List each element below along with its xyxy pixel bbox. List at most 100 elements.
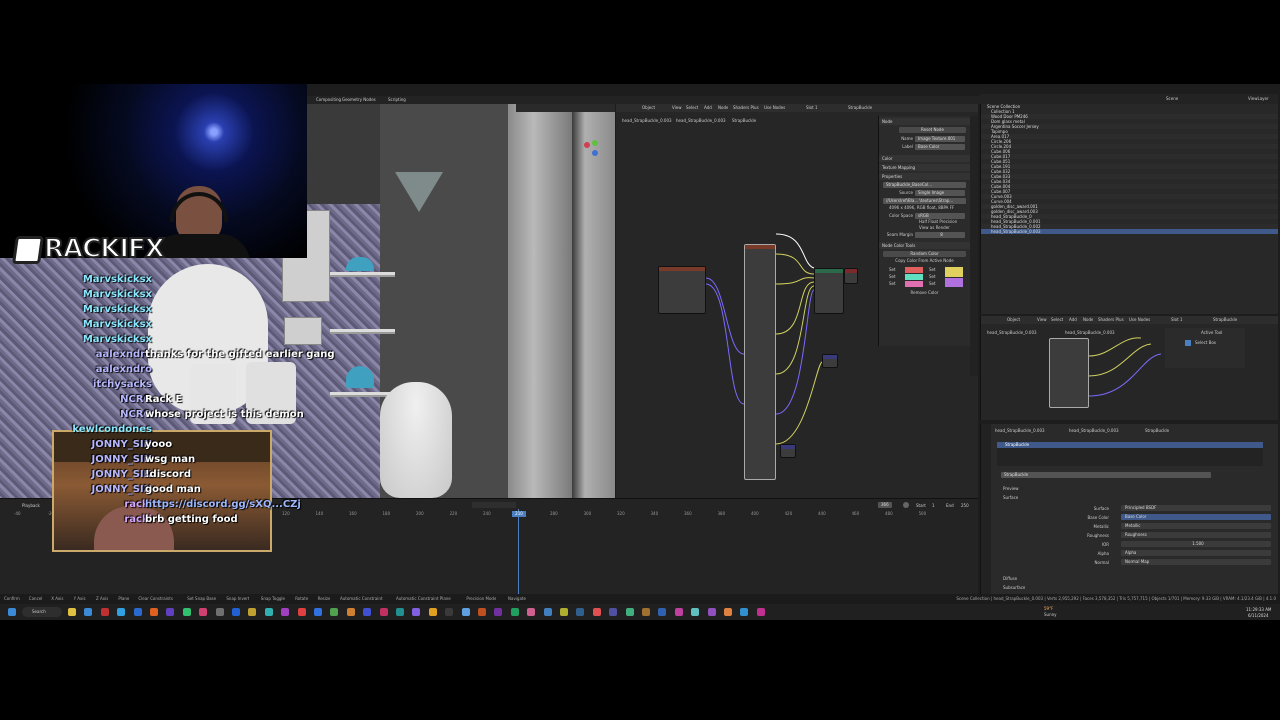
breadcrumb-material[interactable]: StrapBuckle	[1145, 428, 1169, 434]
subsurface-section[interactable]: Subsurface	[1003, 585, 1025, 591]
color-swatch-yellow[interactable]	[945, 267, 963, 277]
taskbar-app-icon[interactable]	[658, 608, 667, 616]
taskbar-app-icon[interactable]	[314, 608, 322, 616]
taskbar-app-icon[interactable]	[264, 608, 273, 616]
texture-mapping-section[interactable]: Texture Mapping	[879, 164, 970, 171]
color-swatch-green[interactable]	[905, 274, 923, 280]
chat-text[interactable]: https://discord.gg/sXQ...CZj	[145, 497, 301, 512]
base-color-field[interactable]: Base Color	[1121, 514, 1271, 520]
taskbar-app-icon[interactable]	[199, 608, 208, 616]
taskbar-app-icon[interactable]	[609, 608, 618, 616]
start-field[interactable]: 1	[932, 503, 935, 509]
metallic-field[interactable]: Metallic	[1121, 523, 1271, 529]
taskbar-app-icon[interactable]	[756, 608, 765, 616]
taskbar-app-icon[interactable]	[412, 608, 421, 616]
taskbar-app-icon[interactable]	[396, 608, 404, 616]
small-node[interactable]	[780, 444, 796, 458]
view-as-render-checkbox[interactable]: View as Render	[879, 225, 970, 231]
outliner[interactable]: Scene Collection Collection 1 Wood Door P…	[980, 104, 1278, 314]
taskbar-app-icon[interactable]	[117, 608, 126, 616]
diffuse-section[interactable]: Diffuse	[1003, 576, 1017, 582]
filepath-field[interactable]: //Users\ref\Bla... \textures\Strap...	[883, 198, 966, 204]
reset-node-button[interactable]: Reset Node	[899, 127, 966, 133]
random-color-button[interactable]: Random Color	[883, 251, 966, 257]
taskbar-app-icon[interactable]	[707, 608, 716, 616]
color-swatch-pink[interactable]	[905, 281, 923, 287]
record-icon[interactable]	[903, 502, 909, 508]
seam-margin-field[interactable]: 8	[915, 232, 965, 238]
image-datablock[interactable]: StrapBuckle_BaseCol...	[883, 182, 966, 188]
taskbar-app-icon[interactable]	[150, 608, 158, 616]
props-tabs-column[interactable]	[981, 424, 991, 594]
taskbar-app-icon[interactable]	[133, 608, 142, 616]
color-swatch-red[interactable]	[905, 267, 923, 273]
playback-menu[interactable]: Playback	[22, 503, 40, 509]
taskbar-app-icon[interactable]	[478, 608, 486, 616]
remove-color-button[interactable]: Remove Color	[879, 290, 970, 296]
tab-compositing[interactable]: Compositing	[316, 97, 341, 103]
taskbar-app-icon[interactable]	[84, 608, 93, 616]
scene-selector[interactable]: Scene	[1166, 96, 1178, 102]
ior-field[interactable]: 1.500	[1121, 541, 1271, 547]
taskbar-app-icon[interactable]	[297, 608, 306, 616]
set-button[interactable]: Set	[929, 281, 936, 287]
tab-geometry-nodes[interactable]: Geometry Nodes	[342, 97, 376, 103]
taskbar-app-icon[interactable]	[543, 608, 552, 616]
weather-widget[interactable]: 59°F Sunny	[1036, 606, 1076, 618]
taskbar-app-icon[interactable]	[510, 608, 519, 616]
taskbar-app-icon[interactable]	[232, 608, 240, 616]
playhead[interactable]	[518, 509, 519, 595]
taskbar-app-icon[interactable]	[215, 608, 224, 616]
material-datablock[interactable]: StrapBuckle	[1001, 472, 1211, 478]
breadcrumb-object[interactable]: head_StrapBuckle_0.003	[995, 428, 1045, 434]
preview-section[interactable]: Preview	[1003, 486, 1019, 492]
breadcrumb-mesh[interactable]: head_StrapBuckle_0.003	[1069, 428, 1119, 434]
taskbar-app-icon[interactable]	[166, 608, 175, 616]
set-button[interactable]: Set	[889, 274, 896, 280]
surface-section[interactable]: Surface	[1003, 495, 1018, 501]
taskbar-app-icon[interactable]	[248, 608, 257, 616]
secondary-node-editor[interactable]: Object View Select Add Node Shaders Plus…	[980, 316, 1278, 420]
properties-editor[interactable]: head_StrapBuckle_0.003 head_StrapBuckle_…	[980, 424, 1278, 594]
alpha-field[interactable]: Alpha	[1121, 550, 1271, 556]
image-texture-node-column[interactable]	[744, 244, 776, 480]
taskbar-app-icon[interactable]	[625, 608, 634, 616]
set-button[interactable]: Set	[889, 267, 896, 273]
taskbar-app-icon[interactable]	[281, 608, 290, 616]
material-output-node[interactable]	[844, 268, 858, 284]
taskbar-app-icon[interactable]	[592, 608, 601, 616]
tab-scripting[interactable]: Scripting	[388, 97, 406, 103]
set-button[interactable]: Set	[889, 281, 896, 287]
outliner-item[interactable]: head_StrapBuckle_0.003	[981, 229, 1278, 234]
search-box[interactable]: Search	[22, 607, 62, 617]
normal-map-node[interactable]	[822, 354, 838, 368]
taskbar-app-icon[interactable]	[363, 608, 372, 616]
copy-color-button[interactable]: Copy Color From Active Node	[879, 258, 970, 264]
viewport-header-icons[interactable]	[516, 104, 615, 112]
taskbar-app-icon[interactable]	[428, 608, 437, 616]
source-select[interactable]: Single Image	[915, 190, 965, 196]
taskbar-app-icon[interactable]	[68, 608, 76, 616]
taskbar-app-icon[interactable]	[330, 608, 339, 616]
taskbar-app-icon[interactable]	[346, 608, 355, 616]
taskbar-app-icon[interactable]	[494, 608, 503, 616]
set-button[interactable]: Set	[929, 274, 936, 280]
taskbar-app-icon[interactable]	[576, 608, 585, 616]
properties-section[interactable]: Properties	[879, 173, 970, 180]
taskbar-app-icon[interactable]	[461, 608, 470, 616]
select-box-icon[interactable]	[1185, 340, 1191, 346]
taskbar-app-icon[interactable]	[379, 608, 388, 616]
navigation-gizmo[interactable]	[582, 138, 608, 164]
material-slot-list[interactable]: StrapBuckle	[997, 442, 1263, 466]
taskbar-app-icon[interactable]	[445, 608, 454, 616]
windows-start-icon[interactable]	[8, 608, 16, 616]
material-slot[interactable]: StrapBuckle	[997, 442, 1263, 448]
current-frame-field[interactable]: 366	[878, 502, 892, 508]
taskbar-app-icon[interactable]	[100, 608, 109, 616]
node-color-tools-section[interactable]: Node Color Tools	[879, 242, 970, 249]
principled-bsdf-node[interactable]	[814, 268, 844, 314]
normal-field[interactable]: Normal Map	[1121, 559, 1271, 565]
npanel-tabs[interactable]	[970, 116, 978, 376]
node-name-field[interactable]: Image Texture.001	[915, 136, 965, 142]
taskbar-app-icon[interactable]	[642, 608, 650, 616]
